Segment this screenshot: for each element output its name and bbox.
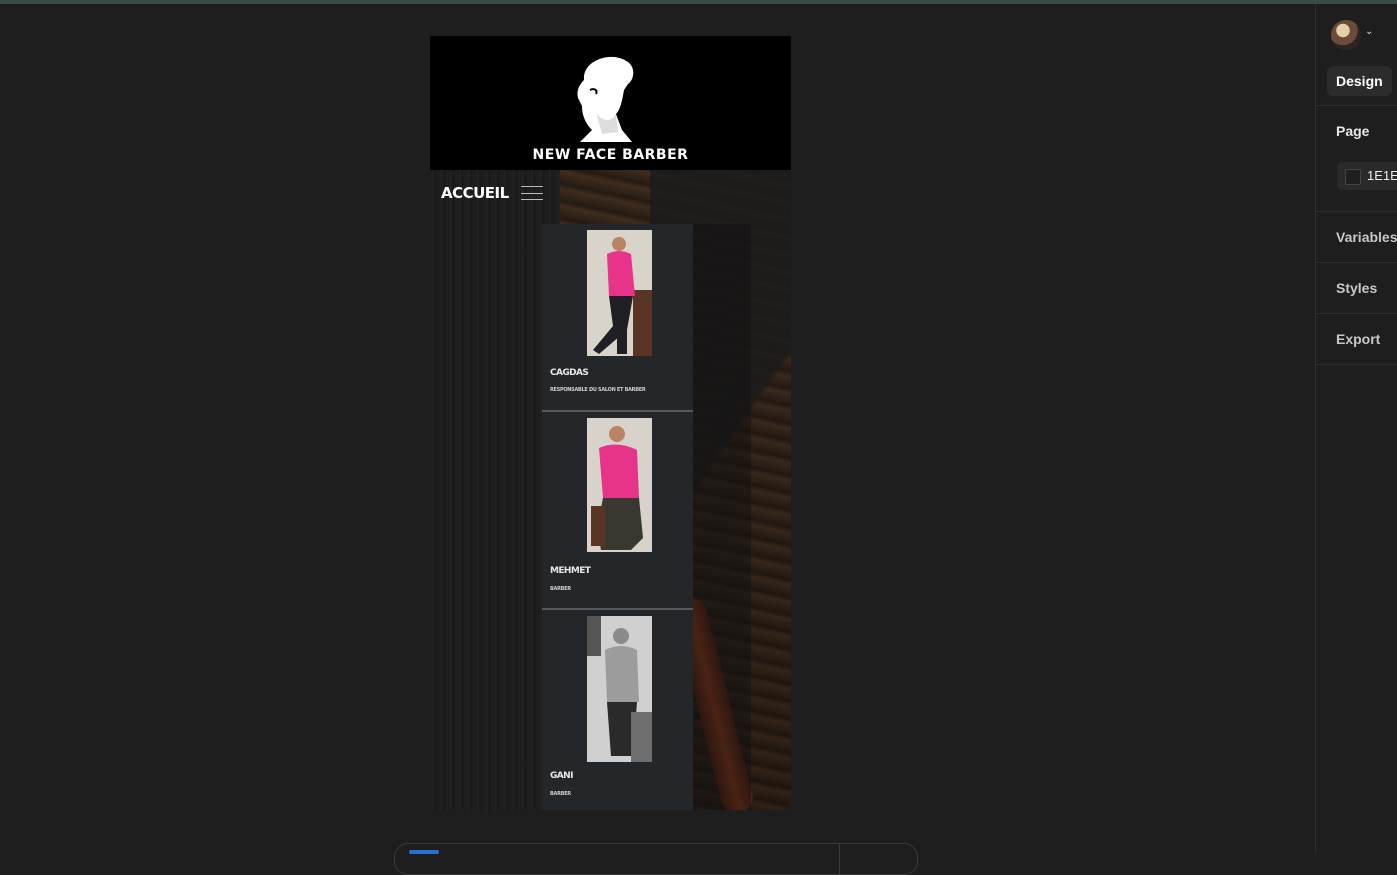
page-color-value[interactable]: 1E1E bbox=[1367, 168, 1397, 183]
page-color-field[interactable]: 1E1E bbox=[1337, 162, 1397, 190]
divider bbox=[1316, 262, 1397, 263]
top-nav: ACCUEIL bbox=[441, 184, 543, 202]
page-section-title: Page bbox=[1336, 123, 1370, 139]
team-role: BARBER bbox=[550, 791, 571, 797]
bottom-toolbar[interactable] bbox=[394, 843, 918, 875]
hero-header: NEW FACE BARBER bbox=[430, 36, 791, 170]
styles-section[interactable]: Styles bbox=[1336, 280, 1377, 296]
properties-panel: ⌄ Design Page 1E1E Variables Styles Expo… bbox=[1315, 4, 1397, 853]
barber-logo-icon bbox=[577, 56, 634, 142]
window-top-border bbox=[0, 0, 1397, 4]
team-name: MEHMET bbox=[550, 566, 591, 576]
divider bbox=[1316, 364, 1397, 365]
team-list: CAGDAS RESPONSABLE DU SALON ET BARBER ME… bbox=[542, 224, 693, 810]
export-section[interactable]: Export bbox=[1336, 331, 1380, 347]
team-card[interactable]: GANI BARBER bbox=[542, 610, 693, 810]
team-photo bbox=[587, 616, 652, 762]
team-photo bbox=[587, 230, 652, 356]
divider bbox=[1316, 211, 1397, 212]
dark-texture-strip bbox=[430, 170, 560, 810]
divider bbox=[1316, 105, 1397, 106]
color-swatch[interactable] bbox=[1345, 169, 1361, 185]
team-name: CAGDAS bbox=[550, 368, 589, 378]
variables-section[interactable]: Variables bbox=[1336, 229, 1397, 245]
nav-home-link[interactable]: ACCUEIL bbox=[441, 184, 509, 202]
team-role: RESPONSABLE DU SALON ET BARBER bbox=[550, 387, 646, 393]
team-card[interactable]: MEHMET BARBER bbox=[542, 412, 693, 610]
divider bbox=[1316, 313, 1397, 314]
hamburger-menu-icon[interactable] bbox=[520, 186, 543, 200]
toolbar-divider bbox=[839, 844, 840, 874]
toolbar-active-indicator bbox=[409, 850, 439, 854]
chevron-down-icon[interactable]: ⌄ bbox=[1365, 26, 1373, 37]
mobile-frame[interactable]: NEW FACE BARBER ACCUEIL CAGDAS RESPONSAB… bbox=[430, 36, 791, 810]
brand-name: NEW FACE BARBER bbox=[532, 147, 689, 163]
team-name: GANI bbox=[550, 771, 573, 781]
tab-design[interactable]: Design bbox=[1327, 66, 1392, 96]
team-photo bbox=[587, 418, 652, 552]
user-avatar[interactable] bbox=[1331, 20, 1361, 50]
team-role: BARBER bbox=[550, 586, 571, 592]
team-card[interactable]: CAGDAS RESPONSABLE DU SALON ET BARBER bbox=[542, 224, 693, 412]
